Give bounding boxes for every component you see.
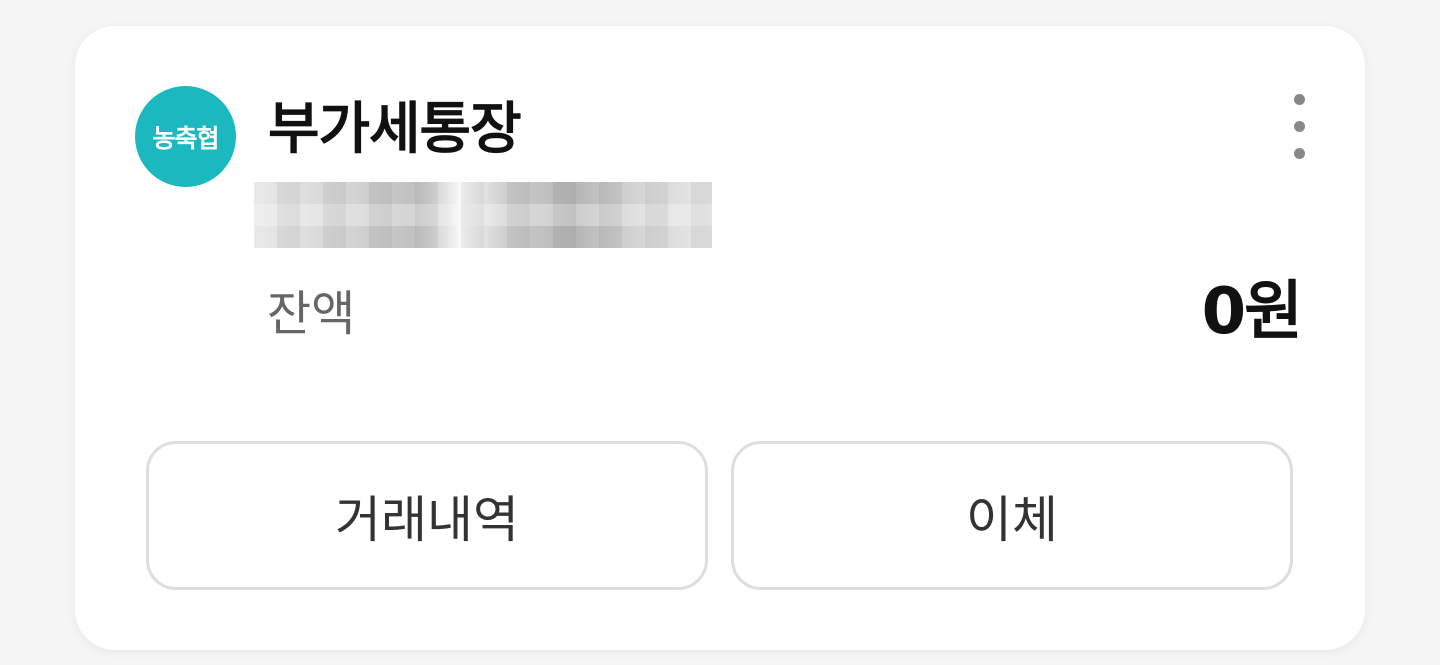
more-vertical-icon-dot [1293, 120, 1305, 132]
balance-label: 잔액 [267, 286, 356, 342]
more-vertical-icon-dot [1293, 147, 1305, 159]
bank-logo: 농축협 [135, 86, 236, 187]
transfer-label: 이체 [966, 490, 1058, 549]
transaction-history-button[interactable]: 거래내역 [146, 441, 708, 590]
account-name: 부가세통장 [268, 97, 522, 162]
balance-value: 0원 [1201, 275, 1303, 349]
more-vertical-icon [1293, 93, 1305, 105]
bank-logo-text: 농축협 [152, 123, 219, 153]
account-card[interactable]: 농축협 부가세통장 잔액 0원 거래내역 이체 [75, 26, 1365, 650]
more-options-button[interactable] [1279, 90, 1319, 162]
account-number-redacted [254, 182, 712, 248]
transaction-history-label: 거래내역 [335, 490, 519, 549]
transfer-button[interactable]: 이체 [731, 441, 1293, 590]
